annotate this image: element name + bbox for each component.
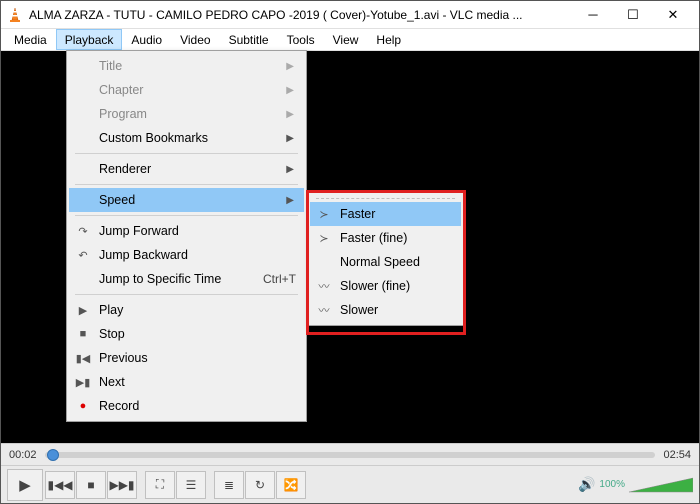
menu-separator (75, 153, 298, 154)
menu-audio[interactable]: Audio (122, 29, 171, 50)
speed-submenu: ≻Faster ≻Faster (fine) Normal Speed 〰Slo… (307, 191, 464, 326)
window-controls: ─ ☐ ✕ (573, 1, 693, 29)
control-bar: ▶ ▮◀◀ ■ ▶▶▮ ⛶ ☰ ≣ ↻ 🔀 🔊 100% (1, 465, 699, 503)
time-bar: 00:02 02:54 (1, 443, 699, 465)
menu-playback[interactable]: Playback (56, 29, 123, 50)
submenu-item-normal[interactable]: Normal Speed (310, 250, 461, 274)
playback-menu: Title▶ Chapter▶ Program▶ Custom Bookmark… (66, 50, 307, 422)
play-icon: ▶ (75, 304, 91, 317)
next-track-button[interactable]: ▶▶▮ (107, 471, 137, 499)
seek-handle[interactable] (47, 449, 59, 461)
loop-button[interactable]: ↻ (245, 471, 275, 499)
stop-button[interactable]: ■ (76, 471, 106, 499)
menu-item-chapter[interactable]: Chapter▶ (69, 78, 304, 102)
submenu-item-slower-fine[interactable]: 〰Slower (fine) (310, 274, 461, 298)
menu-media[interactable]: Media (5, 29, 56, 50)
menu-help[interactable]: Help (367, 29, 410, 50)
extended-settings-button[interactable]: ☰ (176, 471, 206, 499)
menu-item-custom-bookmarks[interactable]: Custom Bookmarks▶ (69, 126, 304, 150)
speaker-icon[interactable]: 🔊 (578, 476, 595, 493)
slower-icon: 〰 (316, 302, 332, 318)
menu-item-jump-specific[interactable]: Jump to Specific TimeCtrl+T (69, 267, 304, 291)
window-title: ALMA ZARZA - TUTU - CAMILO PEDRO CAPO -2… (29, 8, 573, 22)
seek-slider[interactable] (45, 452, 656, 458)
fullscreen-button[interactable]: ⛶ (145, 471, 175, 499)
jump-forward-icon: ↷ (75, 225, 91, 238)
menu-separator (75, 184, 298, 185)
slower-fine-icon: 〰 (316, 278, 332, 294)
menu-item-next[interactable]: ▶▮Next (69, 370, 304, 394)
time-elapsed: 00:02 (9, 449, 37, 461)
menubar: Media Playback Audio Video Subtitle Tool… (1, 29, 699, 51)
time-total: 02:54 (663, 449, 691, 461)
menu-item-previous[interactable]: ▮◀Previous (69, 346, 304, 370)
titlebar: ALMA ZARZA - TUTU - CAMILO PEDRO CAPO -2… (1, 1, 699, 29)
next-icon: ▶▮ (75, 376, 91, 389)
close-button[interactable]: ✕ (653, 1, 693, 29)
menu-item-renderer[interactable]: Renderer▶ (69, 157, 304, 181)
menu-tools[interactable]: Tools (278, 29, 324, 50)
menu-separator (316, 198, 455, 199)
menu-item-speed[interactable]: Speed▶ (69, 188, 304, 212)
volume-control: 🔊 100% (578, 476, 693, 494)
stop-icon: ■ (75, 328, 91, 340)
record-icon: ● (75, 400, 91, 412)
menu-separator (75, 294, 298, 295)
submenu-item-faster-fine[interactable]: ≻Faster (fine) (310, 226, 461, 250)
maximize-button[interactable]: ☐ (613, 1, 653, 29)
previous-track-button[interactable]: ▮◀◀ (45, 471, 75, 499)
menu-item-record[interactable]: ●Record (69, 394, 304, 418)
jump-backward-icon: ↶ (75, 249, 91, 262)
vlc-cone-icon (7, 7, 23, 23)
submenu-item-faster[interactable]: ≻Faster (310, 202, 461, 226)
volume-percent: 100% (599, 479, 625, 490)
random-button[interactable]: 🔀 (276, 471, 306, 499)
menu-item-jump-backward[interactable]: ↶Jump Backward (69, 243, 304, 267)
menu-item-program[interactable]: Program▶ (69, 102, 304, 126)
play-button[interactable]: ▶ (7, 469, 43, 501)
menu-item-jump-forward[interactable]: ↷Jump Forward (69, 219, 304, 243)
minimize-button[interactable]: ─ (573, 1, 613, 29)
menu-item-play[interactable]: ▶Play (69, 298, 304, 322)
submenu-item-slower[interactable]: 〰Slower (310, 298, 461, 322)
menu-separator (75, 215, 298, 216)
menu-item-stop[interactable]: ■Stop (69, 322, 304, 346)
menu-view[interactable]: View (324, 29, 368, 50)
menu-item-title[interactable]: Title▶ (69, 54, 304, 78)
faster-icon: ≻ (316, 208, 332, 221)
faster-fine-icon: ≻ (316, 232, 332, 245)
menu-subtitle[interactable]: Subtitle (220, 29, 278, 50)
playlist-button[interactable]: ≣ (214, 471, 244, 499)
volume-slider[interactable] (629, 476, 693, 494)
previous-icon: ▮◀ (75, 352, 91, 365)
menu-video[interactable]: Video (171, 29, 219, 50)
